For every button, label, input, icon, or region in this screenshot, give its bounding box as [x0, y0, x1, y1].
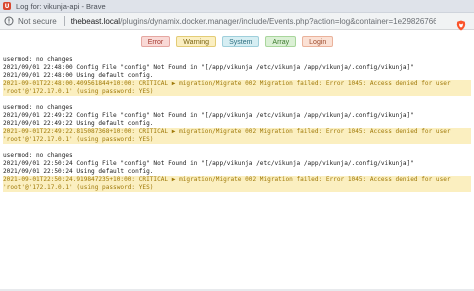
- log-line-critical: 2021-09-01T22:50:24.919847235+10:00: CRI…: [3, 176, 471, 184]
- address-divider: [63, 16, 65, 26]
- log-line-critical: 2021-09-01T22:49:22.815087368+10:00: CRI…: [3, 128, 471, 136]
- log-line: usermod: no changes: [3, 56, 73, 63]
- log-line: 2021/09/01 22:50:24 Config File "config"…: [3, 160, 414, 167]
- log-block: usermod: no changes 2021/09/01 22:49:22 …: [3, 104, 471, 144]
- not-secure-icon[interactable]: [4, 16, 14, 26]
- log-filter-toolbar: Error Warning System Array Login: [0, 30, 474, 52]
- log-block: usermod: no changes 2021/09/01 22:48:00 …: [3, 56, 471, 96]
- url-host: thebeast.local: [70, 16, 121, 26]
- url-field[interactable]: thebeast.local/plugins/dynamix.docker.ma…: [71, 17, 436, 26]
- filter-array-button[interactable]: Array: [265, 35, 297, 47]
- log-line-critical: 'root'@'172.17.0.1' (using password: YES…: [3, 88, 471, 96]
- security-label[interactable]: Not secure: [18, 17, 57, 26]
- log-line: 2021/09/01 22:49:22 Using default config…: [3, 120, 154, 127]
- filter-system-button[interactable]: System: [222, 35, 260, 47]
- log-line: usermod: no changes: [3, 152, 73, 159]
- log-output: usermod: no changes 2021/09/01 22:48:00 …: [3, 56, 471, 200]
- log-line-critical: 2021-09-01T22:48:00.409561844+10:00: CRI…: [3, 80, 471, 88]
- log-line: usermod: no changes: [3, 104, 73, 111]
- window-titlebar: U Log for: vikunja-api - Brave: [0, 0, 474, 13]
- log-line: 2021/09/01 22:48:00 Using default config…: [3, 72, 154, 79]
- log-line: 2021/09/01 22:49:22 Config File "config"…: [3, 112, 414, 119]
- log-block: usermod: no changes 2021/09/01 22:50:24 …: [3, 152, 471, 192]
- filter-warning-button[interactable]: Warning: [176, 35, 217, 47]
- log-line-critical: 'root'@'172.17.0.1' (using password: YES…: [3, 184, 471, 192]
- address-bar[interactable]: Not secure thebeast.local/plugins/dynami…: [0, 13, 474, 31]
- log-line-critical: 'root'@'172.17.0.1' (using password: YES…: [3, 136, 471, 144]
- app-favicon-icon: U: [3, 2, 11, 10]
- log-line: 2021/09/01 22:48:00 Config File "config"…: [3, 64, 414, 71]
- window-title: Log for: vikunja-api - Brave: [16, 1, 106, 11]
- log-line: 2021/09/01 22:50:24 Using default config…: [3, 168, 154, 175]
- filter-login-button[interactable]: Login: [302, 35, 334, 47]
- filter-error-button[interactable]: Error: [140, 35, 171, 47]
- url-path: /plugins/dynamix.docker.manager/include/…: [120, 16, 436, 26]
- brave-shields-icon[interactable]: [456, 16, 466, 31]
